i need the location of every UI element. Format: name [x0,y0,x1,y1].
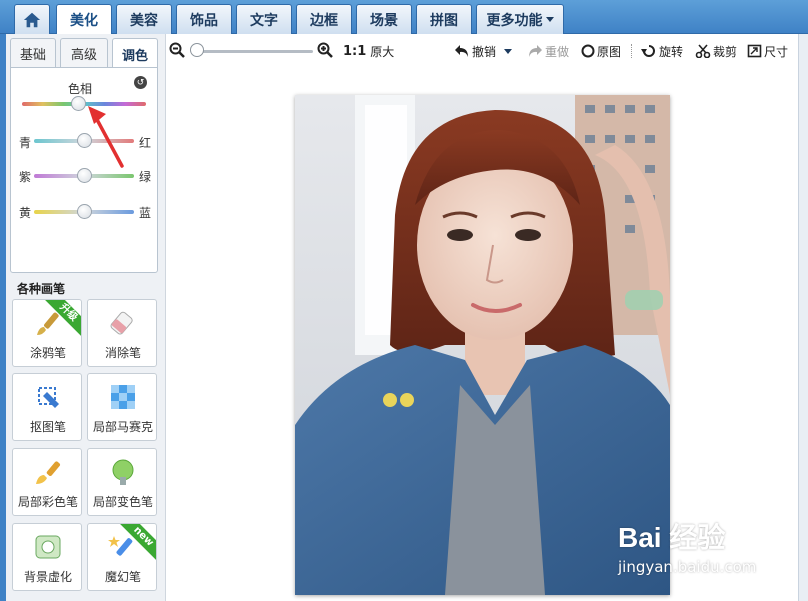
slider-left-label: 青 [19,136,32,150]
ratio-label: 1:1 [343,43,367,59]
hue-slider-knob[interactable] [70,96,86,111]
chevron-down-icon[interactable] [504,48,513,54]
sub-tabs: 基础 高级 调色 [10,38,158,69]
redo-button[interactable]: 重做 [527,42,569,60]
subtab-advanced[interactable]: 高级 [60,38,108,68]
tab-beautify[interactable]: 美化 [56,4,112,35]
chevron-down-icon [545,17,554,22]
home-icon [23,12,41,27]
edited-photo[interactable] [295,95,670,595]
color-brush-icon [36,461,61,484]
mosaic-icon [111,385,135,409]
rotate-label: 旋转 [659,44,684,59]
undo-icon [455,45,468,57]
annotation-arrow-icon [88,106,124,168]
size-label: 尺寸 [764,44,789,59]
hue-label: 色相 [68,82,93,96]
cutout-pen-icon [38,387,59,408]
zoom-slider-track[interactable] [197,50,313,53]
subtab-label: 基础 [19,48,46,63]
portrait-image [295,95,670,595]
tool-label: 局部变色笔 [92,495,153,509]
redo-icon [529,45,542,57]
local-mosaic-button[interactable]: 局部马赛克 [87,373,157,441]
subtab-label: 高级 [70,48,97,63]
zoom-in-icon[interactable] [317,42,333,58]
color-change-icon [112,459,134,485]
image-toolbar: 1:1 原大 撤销 重做 原图 旋转 裁剪 尺寸 [167,36,797,66]
rotate-icon [641,45,655,57]
local-color-change-button[interactable]: 局部变色笔 [87,448,157,516]
cutout-pen-button[interactable]: 抠图笔 [12,373,82,441]
crop-button[interactable]: 裁剪 [695,42,737,60]
original-image-label: 原图 [597,44,622,59]
subtab-label: 调色 [121,48,148,64]
subtab-color-tone[interactable]: 调色 [112,38,158,69]
slider-left-label: 黄 [19,206,32,220]
tab-label: 更多功能 [486,12,543,29]
tab-more-features[interactable]: 更多功能 [476,4,564,34]
original-image-icon [581,44,595,58]
tab-frame[interactable]: 边框 [296,4,352,34]
magic-pen-button[interactable]: new 魔幻笔 [87,523,157,591]
local-color-brush-button[interactable]: 局部彩色笔 [12,448,82,516]
subtab-basic[interactable]: 基础 [10,38,56,68]
baidu-watermark: Bai 经验 jingyan.baidu.com [618,516,768,586]
tab-accessories[interactable]: 饰品 [176,4,232,34]
zoom-slider-knob[interactable] [190,43,204,57]
size-button[interactable]: 尺寸 [747,42,788,60]
eraser-icon [110,311,133,335]
crop-label: 裁剪 [713,44,738,59]
tool-label: 局部马赛克 [92,420,153,434]
tool-label: 抠图笔 [29,420,66,434]
tab-text[interactable]: 文字 [236,4,292,34]
tab-label: 边框 [310,12,338,29]
slider-right-label: 蓝 [139,206,152,220]
blur-icon [35,535,61,559]
top-tab-bar: 美化 美容 饰品 文字 边框 场景 拼图 更多功能 [0,0,808,35]
slider-right-label: 红 [139,136,152,150]
tab-label: 场景 [370,12,398,29]
tab-collage[interactable]: 拼图 [416,4,472,34]
left-edge-strip [0,34,6,601]
tab-label: 文字 [250,12,278,29]
toolbar-divider [631,44,632,58]
scissors-icon [695,44,711,58]
tab-label: 拼图 [430,12,458,29]
tab-label: 饰品 [190,12,218,29]
slider-right-label: 绿 [139,170,152,184]
tab-beauty[interactable]: 美容 [116,4,172,34]
original-size-button[interactable]: 1:1 原大 [343,42,394,60]
resize-icon [747,44,762,58]
eraser-pen-button[interactable]: 消除笔 [87,299,157,367]
undo-label: 撤销 [472,44,497,59]
purple-green-slider-knob[interactable] [77,168,92,183]
watermark-logo: Bai 经验 [618,522,726,553]
doodle-brush-button[interactable]: 升级 涂鸦笔 [12,299,82,367]
zoom-out-icon[interactable] [169,42,185,58]
tool-label: 消除笔 [104,346,141,360]
tab-label: 美化 [70,13,98,29]
tool-label: 涂鸦笔 [29,346,66,360]
original-image-button[interactable]: 原图 [581,42,621,60]
slider-left-label: 紫 [19,170,32,184]
brushes-title: 各种画笔 [17,282,66,296]
rotate-button[interactable]: 旋转 [641,42,683,60]
watermark-url: jingyan.baidu.com [618,558,757,576]
tool-label: 局部彩色笔 [17,495,78,509]
undo-button[interactable]: 撤销 [454,42,513,60]
tool-label: 魔幻笔 [104,570,141,584]
tab-label: 美容 [130,12,158,29]
right-edge-strip [798,34,808,601]
home-tab[interactable] [14,4,50,34]
tool-label: 背景虚化 [23,570,72,584]
original-size-label: 原大 [370,44,395,59]
redo-label: 重做 [545,44,570,59]
yellow-blue-slider-knob[interactable] [77,204,92,219]
tab-scene[interactable]: 场景 [356,4,412,34]
reset-icon[interactable]: ↺ [134,76,147,89]
background-blur-button[interactable]: 背景虚化 [12,523,82,591]
